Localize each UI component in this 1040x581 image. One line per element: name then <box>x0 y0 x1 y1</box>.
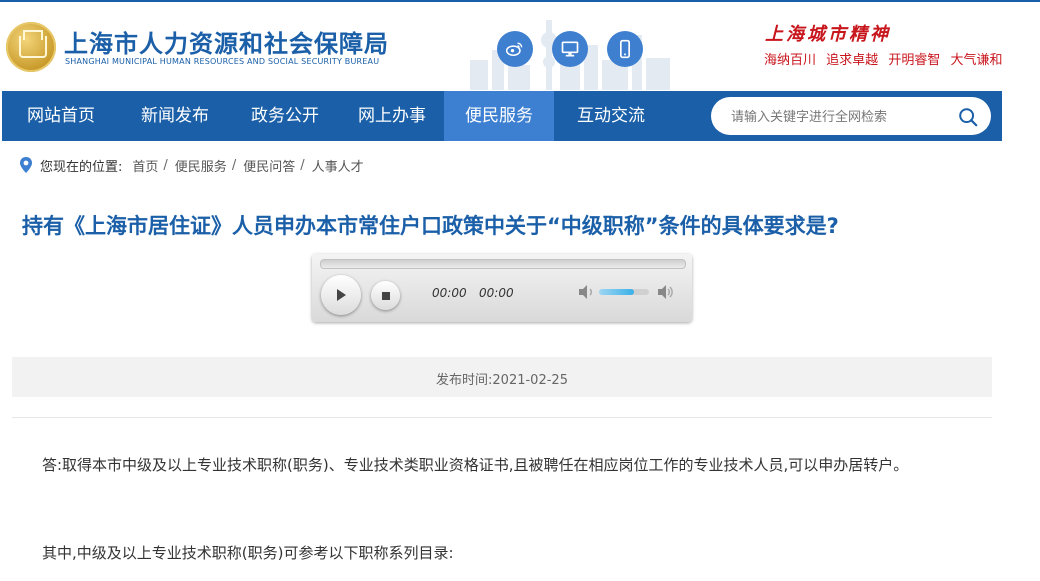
current-time: 00:00 <box>432 286 467 300</box>
article-title: 持有《上海市居住证》人员申办本市常住户口政策中关于“中级职称”条件的具体要求是? <box>22 214 839 238</box>
audio-seek-bar[interactable] <box>320 259 686 269</box>
divider <box>12 417 992 418</box>
stop-button[interactable] <box>371 281 400 310</box>
publish-info-bar: 发布时间:2021-02-25 <box>12 357 992 397</box>
weibo-icon[interactable] <box>497 31 533 67</box>
search-input[interactable] <box>729 106 953 128</box>
spirit-item: 大气谦和 <box>950 53 1003 68</box>
publish-date: 发布时间:2021-02-25 <box>436 373 568 388</box>
site-header: 上海市人力资源和社会保障局 SHANGHAI MUNICIPAL HUMAN R… <box>0 2 1040 90</box>
desktop-icon[interactable] <box>552 31 588 67</box>
nav-home[interactable]: 网站首页 <box>2 91 120 141</box>
spirit-item: 海纳百川 <box>764 53 817 68</box>
spirit-item: 开明睿智 <box>888 53 941 68</box>
volume-max-icon[interactable] <box>656 284 674 300</box>
breadcrumb-personnel[interactable]: 人事人才 <box>312 156 364 175</box>
play-button[interactable] <box>321 275 361 315</box>
article-paragraph: 其中,中级及以上专业技术职称(职务)可参考以下职称系列目录: <box>42 544 454 562</box>
mobile-icon[interactable] <box>607 31 643 67</box>
site-name-cn[interactable]: 上海市人力资源和社会保障局 <box>64 24 389 59</box>
search-icon[interactable] <box>957 106 979 128</box>
nav-public-services[interactable]: 便民服务 <box>444 91 554 141</box>
duration: 00:00 <box>479 286 514 300</box>
breadcrumb-separator: / <box>163 157 168 173</box>
nav-interaction[interactable]: 互动交流 <box>554 91 668 141</box>
location-pin-icon <box>20 157 32 173</box>
breadcrumb: 您现在的位置: 首页 / 便民服务 / 便民问答 / 人事人才 <box>18 154 364 176</box>
nav-online-services[interactable]: 网上办事 <box>340 91 444 141</box>
stop-icon <box>381 291 390 300</box>
bureau-emblem-logo[interactable] <box>6 22 56 72</box>
city-spirit-title: 上海城市精神 <box>765 24 891 45</box>
main-nav: 网站首页 新闻发布 政务公开 网上办事 便民服务 互动交流 <box>2 91 1002 141</box>
search-box <box>711 97 991 135</box>
audio-player: 00:00 00:00 <box>312 254 692 322</box>
volume-level <box>599 289 634 295</box>
volume-slider[interactable] <box>599 289 649 295</box>
breadcrumb-qa[interactable]: 便民问答 <box>243 156 295 175</box>
mute-icon[interactable] <box>577 284 595 300</box>
breadcrumb-label: 您现在的位置: <box>40 159 123 175</box>
nav-gov-affairs[interactable]: 政务公开 <box>230 91 340 141</box>
article-paragraph: 答:取得本市中级及以上专业技术职称(职务)、专业技术类职业资格证书,且被聘任在相… <box>42 456 909 474</box>
nav-news[interactable]: 新闻发布 <box>120 91 230 141</box>
spirit-item: 追求卓越 <box>826 53 879 68</box>
breadcrumb-separator: / <box>231 157 237 173</box>
city-spirit-items: 海纳百川 追求卓越 开明睿智 大气谦和 <box>764 49 1008 68</box>
breadcrumb-separator: / <box>300 157 305 173</box>
site-name-en: SHANGHAI MUNICIPAL HUMAN RESOURCES AND S… <box>65 57 380 66</box>
breadcrumb-home[interactable]: 首页 <box>132 156 158 175</box>
play-icon <box>337 289 346 301</box>
breadcrumb-public-services[interactable]: 便民服务 <box>175 156 227 175</box>
